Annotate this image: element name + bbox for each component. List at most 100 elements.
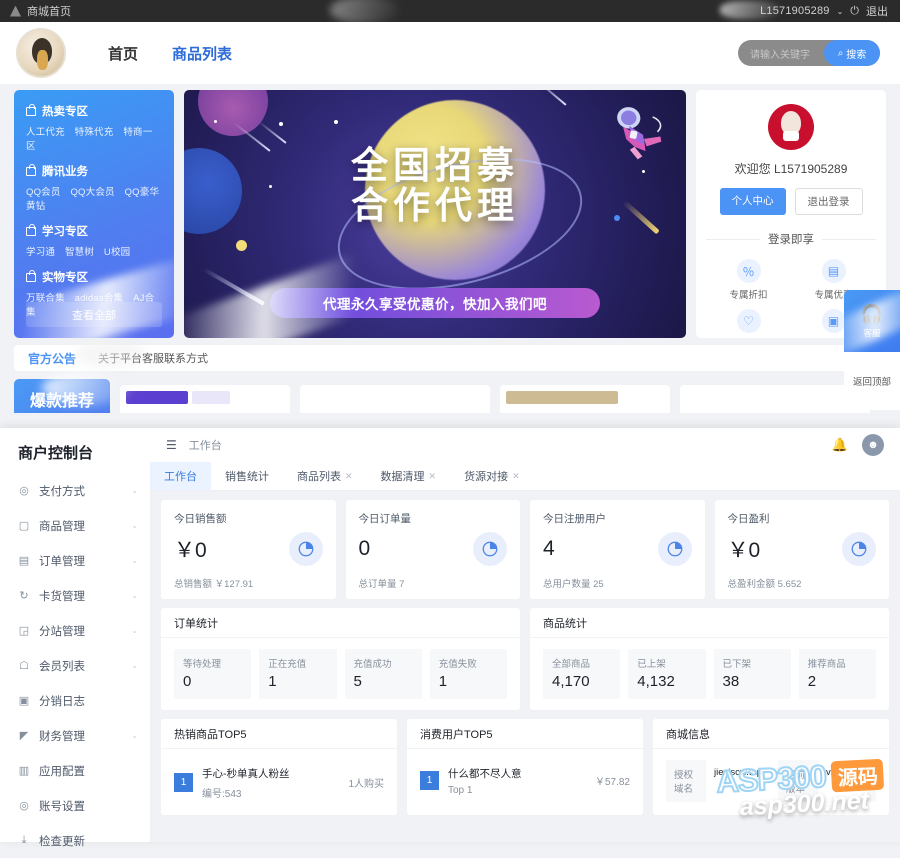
sidebar-item-label: 商品管理 (39, 520, 85, 533)
mini-stat-label: 正在充值 (268, 659, 307, 670)
notice-bar[interactable]: 官方公告 关于平台客服联系方式 (14, 341, 886, 371)
customer-service-button[interactable]: 🎧 客服 (844, 290, 900, 352)
category-sub[interactable]: 人工代充 (26, 127, 65, 138)
benefit-item[interactable]: ♡ 优惠特权 (706, 309, 791, 338)
sidebar-item-label: 卡货管理 (39, 590, 85, 603)
site-logo-icon (10, 5, 21, 17)
chevron-down-icon: ⌄ (131, 661, 138, 670)
category-group[interactable]: 热卖专区 人工代充 特殊代充 特商一区 (26, 103, 162, 152)
nav-item-product-list[interactable]: 商品列表 (172, 43, 232, 64)
app-icon: ▥ (18, 765, 30, 777)
mini-stat-listed: 已上架 4,132 (628, 649, 706, 699)
view-all-button[interactable]: 查看全部 (26, 302, 162, 327)
shop-logo-icon (16, 28, 66, 78)
notice-text[interactable]: 关于平台客服联系方式 (98, 350, 208, 366)
stat-value: 0 (358, 537, 371, 560)
close-icon[interactable]: ✕ (345, 471, 353, 482)
hamburger-icon[interactable]: ☰ (166, 438, 177, 452)
privilege-icon: ♡ (736, 309, 761, 333)
promo-banner[interactable]: 全国招募 合作代理 代理永久享受优惠价，快加入我们吧 (184, 90, 686, 338)
sidebar-item-substation[interactable]: ◲ 分站管理 ⌄ (0, 613, 150, 648)
logout-button[interactable]: 退出登录 (794, 188, 863, 215)
sidebar-item-distribution-log[interactable]: ▣ 分销日志 (0, 683, 150, 718)
sidebar-item-orders[interactable]: ▤ 订单管理 ⌄ (0, 543, 150, 578)
tab-supply-docking[interactable]: 货源对接 ✕ (450, 462, 534, 490)
mini-stat-value: 1 (268, 673, 277, 690)
category-sub[interactable]: 特殊代充 (75, 127, 114, 138)
product-stats-panel: 商品统计 全部商品 4,170 已上架 4,132 已下架 38 推荐商品 2 (530, 608, 889, 710)
admin-brand-title: 商户控制台 (18, 445, 94, 462)
close-icon[interactable]: ✕ (512, 471, 520, 482)
search-box[interactable]: 请输入关键字 ⌕ 搜索 (738, 40, 880, 66)
category-sub[interactable]: 智慧树 (65, 247, 94, 258)
nav-item-home[interactable]: 首页 (108, 43, 138, 64)
panel-body: 1 什么都不尽人意 Top 1 ￥57.82 (407, 749, 643, 811)
mini-stat-value: 38 (722, 673, 740, 690)
product-card-peek[interactable] (680, 385, 870, 413)
category-group[interactable]: 学习专区 学习通 智慧树 U校园 (26, 223, 162, 258)
sidebar-item-products[interactable]: ▢ 商品管理 ⌄ (0, 508, 150, 543)
chevron-down-icon: ⌄ (131, 521, 138, 530)
pie-chart-icon (842, 532, 876, 566)
tab-workbench[interactable]: 工作台 (150, 462, 211, 490)
floating-service-widget[interactable]: 🎧 客服 返回顶部 (844, 290, 900, 410)
site-label: 商城首页 (27, 6, 71, 18)
stat-value: ￥0 (174, 539, 207, 562)
list-item[interactable]: 1 手心-秒单真人粉丝 编号:543 1人购买 (174, 760, 384, 804)
logout-link[interactable]: 退出 (866, 3, 888, 19)
category-sub[interactable]: U校园 (104, 247, 130, 258)
sidebar-item-payment[interactable]: ◎ 支付方式 ⌄ (0, 473, 150, 508)
category-sub[interactable]: 学习通 (26, 247, 55, 258)
bell-icon[interactable]: 🔔 (832, 437, 848, 453)
sidebar-item-check-update[interactable]: ⤓ 检查更新 (0, 823, 150, 858)
search-input[interactable]: 请输入关键字 (750, 46, 824, 61)
chevron-down-icon: ⌄ (131, 626, 138, 635)
order-stats-panel: 订单统计 等待处理 0 正在充值 1 充值成功 5 充值失败 1 (161, 608, 520, 710)
sidebar-item-finance[interactable]: ◤ 财务管理 ⌄ (0, 718, 150, 753)
hot-recommend-section: 爆款推荐 (14, 371, 886, 413)
product-card-peek[interactable] (120, 385, 290, 413)
chevron-down-icon[interactable]: ⌄ (837, 7, 844, 16)
stat-label: 今日注册用户 (543, 513, 606, 525)
personal-center-button[interactable]: 个人中心 (719, 188, 786, 215)
headset-icon: 🎧 (860, 303, 884, 324)
decorative-planet (198, 90, 268, 136)
sidebar-item-stock[interactable]: ↻ 卡货管理 ⌄ (0, 578, 150, 613)
benefit-item[interactable]: ％ 专属折扣 (706, 259, 791, 301)
tab-product-list[interactable]: 商品列表 ✕ (283, 462, 367, 490)
sidebar-item-label: 会员列表 (39, 660, 85, 673)
category-group[interactable]: 腾讯业务 QQ会员 QQ大会员 QQ豪华黄钻 (26, 163, 162, 212)
tab-data-cleanup[interactable]: 数据清理 ✕ (367, 462, 451, 490)
stat-footnote: 总盈利金额 5.652 (727, 579, 802, 590)
mini-stat-value: 1 (438, 673, 448, 690)
stat-mid: ￥0 (728, 532, 876, 566)
product-card-peek[interactable] (300, 385, 490, 413)
chart-icon: ◤ (19, 730, 29, 742)
sidebar-item-account-settings[interactable]: ◎ 账号设置 (0, 788, 150, 823)
stat-card-today-profit: 今日盈利 ￥0 总盈利金额 5.652 (714, 500, 889, 599)
tab-label: 数据清理 (380, 471, 425, 483)
avatar[interactable]: ☻ (862, 434, 884, 456)
category-sub[interactable]: QQ大会员 (70, 187, 114, 198)
search-icon: ⌕ (837, 47, 844, 59)
search-button[interactable]: ⌕ 搜索 (824, 40, 880, 66)
rank-badge: 1 (420, 770, 439, 790)
list-item[interactable]: 1 什么都不尽人意 Top 1 ￥57.82 (420, 760, 630, 800)
tab-label: 销售统计 (225, 471, 269, 483)
panel-title: 消费用户TOP5 (407, 719, 643, 749)
category-sub[interactable]: QQ会员 (26, 187, 61, 198)
settings-icon: ◎ (19, 800, 29, 812)
category-subs: 学习通 智慧树 U校园 (26, 244, 162, 258)
close-icon[interactable]: ✕ (429, 471, 437, 482)
sidebar-item-app-config[interactable]: ▥ 应用配置 (0, 753, 150, 788)
sidebar-item-members[interactable]: ☖ 会员列表 ⌄ (0, 648, 150, 683)
decorative-star (236, 240, 247, 251)
back-to-top-button[interactable]: 返回顶部 (844, 352, 900, 410)
site-icon: ◲ (18, 625, 30, 637)
product-code: 编号:543 (202, 789, 242, 800)
category-title: 热卖专区 (26, 103, 162, 119)
category-subs: 人工代充 特殊代充 特商一区 (26, 124, 162, 152)
notice-tag: 官方公告 (28, 351, 77, 366)
tab-sales-stats[interactable]: 销售统计 (211, 462, 283, 490)
product-card-peek[interactable] (500, 385, 670, 413)
